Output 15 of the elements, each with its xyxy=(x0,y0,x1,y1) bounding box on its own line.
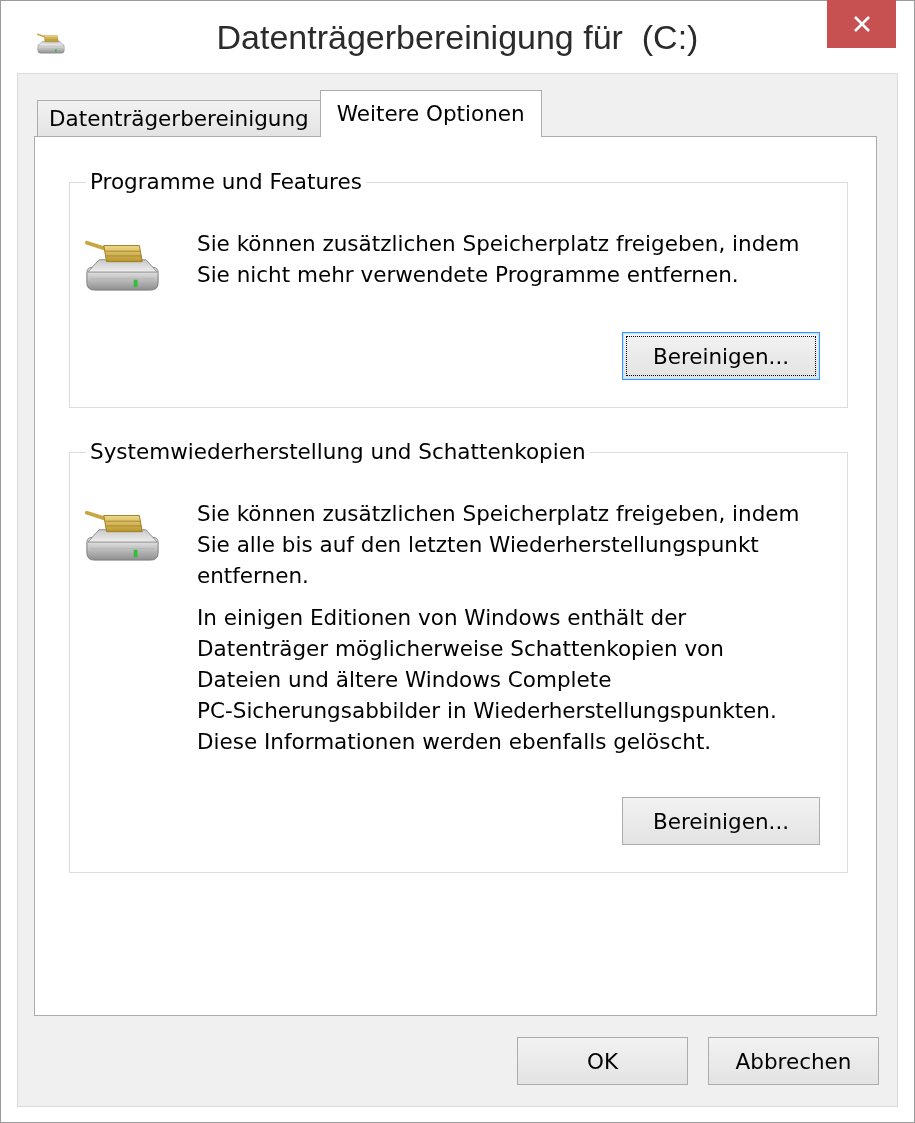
window-title: Datenträgerbereinigung für (C:) xyxy=(216,17,699,57)
cleanup-button[interactable]: Bereinigen... xyxy=(622,797,820,845)
description-text: Sie können zusätzlichen Speicherplatz freigeben, indem Sie alle bis auf den letzten Wiederherstellungspunkt entfernen. xyxy=(197,500,800,590)
close-icon xyxy=(852,15,871,33)
description-text: Sie können zusätzlichen Speicherplatz freigeben, indem Sie nicht mehr verwendete Programme entfernen. xyxy=(197,230,800,289)
drive-icon xyxy=(37,32,65,54)
cleanup-button[interactable]: Bereinigen... xyxy=(622,332,820,380)
description-text: In einigen Editionen von Windows enthält der Datenträger möglicherweise Schattenkopien von Dateien und ältere Windows Complete PC-Sicherungsabbilder in Wiederherstellungspunkten. Diese Informationen werden ebenfalls gelöscht. xyxy=(197,604,778,756)
cancel-button[interactable]: Abbrechen xyxy=(708,1037,879,1085)
close-button[interactable] xyxy=(827,0,896,48)
tab[interactable]: Datenträgerbereinigung xyxy=(37,100,321,137)
ok-button[interactable]: OK xyxy=(517,1037,688,1085)
group-title: Systemwiederherstellung und Schattenkopien xyxy=(89,438,587,466)
group-title: Programme und Features xyxy=(89,168,363,196)
tab[interactable]: Weitere Optionen xyxy=(319,90,542,137)
